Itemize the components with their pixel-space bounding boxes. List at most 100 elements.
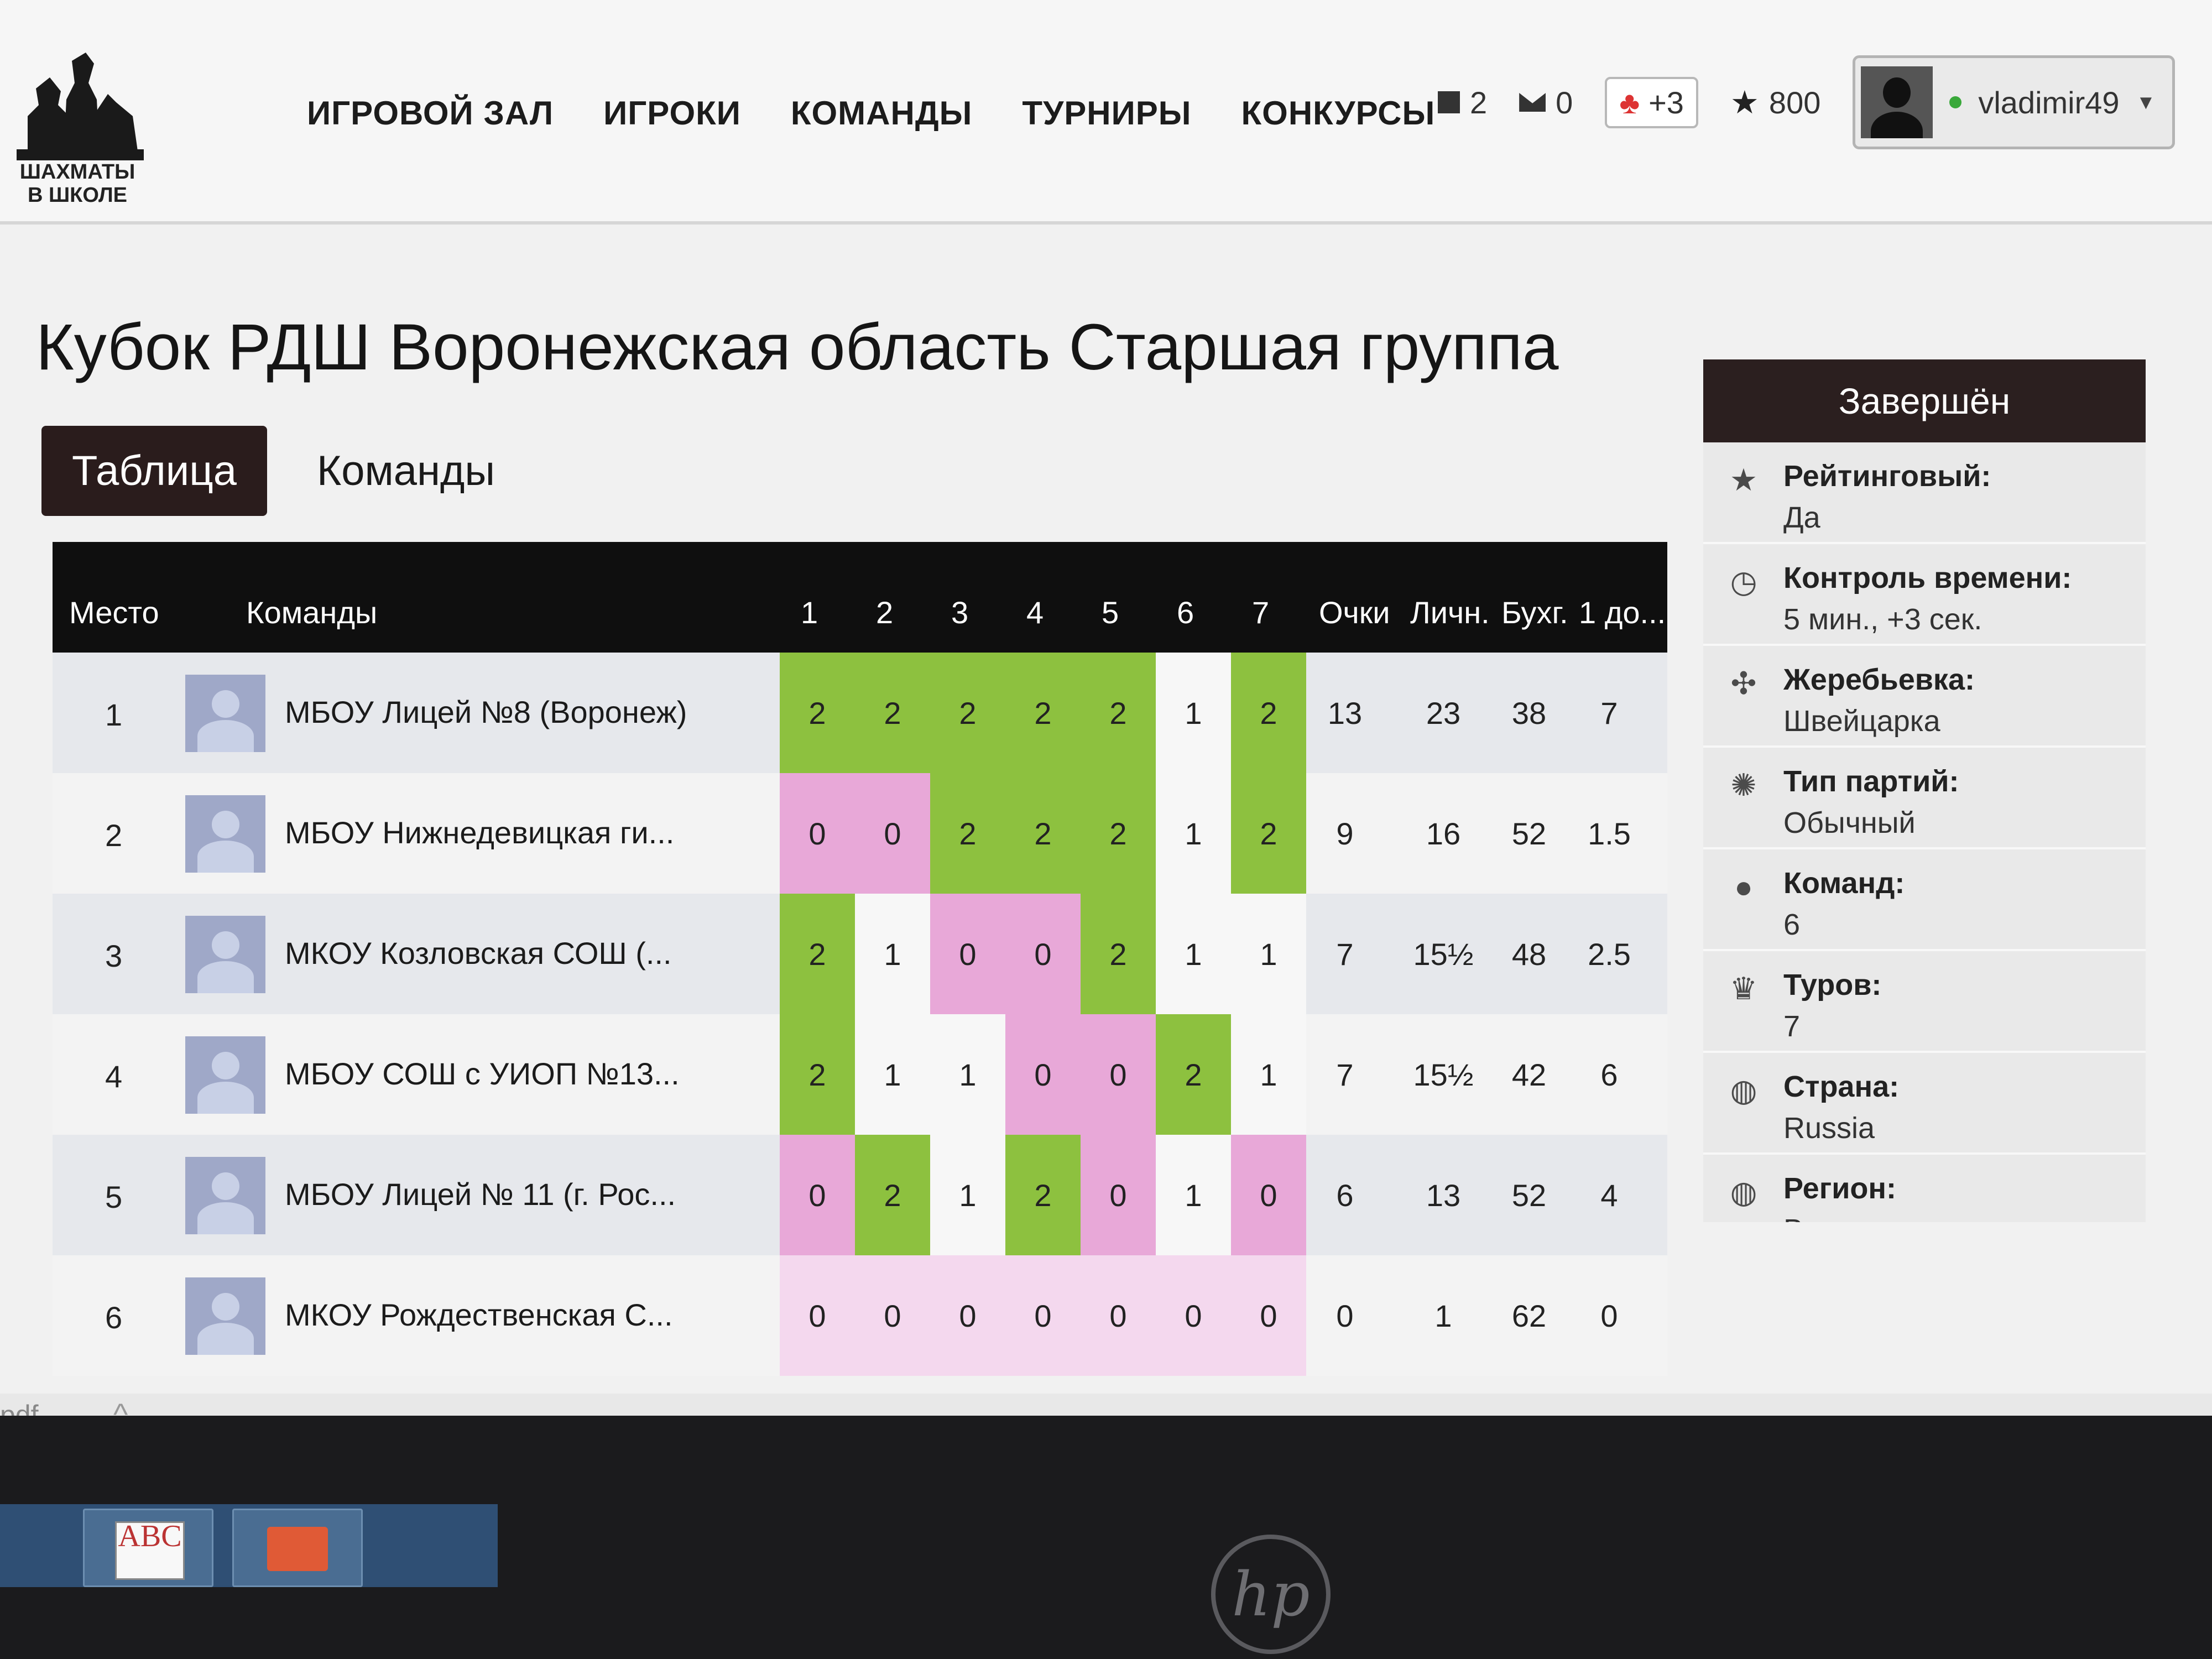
stat-personal: 23 — [1426, 695, 1461, 731]
round-result-cell[interactable]: 2 — [1231, 653, 1306, 773]
round-result-cell[interactable]: 2 — [780, 653, 855, 773]
stat-points: 9 — [1336, 816, 1354, 851]
round-result-cell[interactable]: 1 — [1231, 894, 1306, 1014]
team-name-link[interactable]: МБОУ СОШ с УИОП №13... — [285, 1056, 738, 1092]
round-result-cell[interactable]: 0 — [855, 773, 930, 894]
logo-text: ШАХМАТЫ В ШКОЛЕ — [6, 160, 149, 207]
round-result-cell[interactable]: 1 — [1231, 1014, 1306, 1135]
stat-buchholz: 42 — [1511, 1057, 1547, 1092]
round-result-cell[interactable]: 2 — [780, 894, 855, 1014]
round-result-cell[interactable]: 2 — [1005, 773, 1081, 894]
round-result-cell[interactable]: 1 — [930, 1014, 1005, 1135]
col-round-4[interactable]: 4 — [1026, 594, 1044, 630]
round-result-cell[interactable]: 1 — [1156, 1135, 1231, 1255]
team-name-link[interactable]: МБОУ Лицей №8 (Воронеж) — [285, 694, 738, 730]
round-result-cell[interactable]: 0 — [1231, 1135, 1306, 1255]
logo-line-1: ШАХМАТЫ — [19, 160, 135, 184]
round-result-cell[interactable]: 0 — [1156, 1255, 1231, 1376]
nav-game-hall[interactable]: ИГРОВОЙ ЗАЛ — [307, 94, 554, 132]
round-result-cell[interactable]: 0 — [1005, 1255, 1081, 1376]
tournament-info-panel: Завершён ★ Рейтинговый: Да ◷ Контроль времен… — [1703, 359, 2146, 1222]
place-value: 3 — [105, 938, 123, 973]
taskbar-app-abc[interactable]: ABC — [83, 1509, 213, 1587]
round-result-cell[interactable]: 0 — [1081, 1135, 1156, 1255]
nav-players[interactable]: ИГРОКИ — [603, 94, 741, 132]
download-file-label[interactable]: pdf — [0, 1399, 39, 1416]
globe-icon: ◍ — [1730, 1175, 1757, 1209]
round-result-cell[interactable]: 1 — [855, 1014, 930, 1135]
team-name-link[interactable]: МБОУ Нижнедевицкая ги... — [285, 815, 738, 851]
col-personal[interactable]: Личн. — [1410, 594, 1490, 630]
stat-points: 0 — [1336, 1298, 1354, 1333]
round-result-cell[interactable]: 1 — [1156, 653, 1231, 773]
taskbar: ABC — [0, 1504, 498, 1587]
col-round-1[interactable]: 1 — [801, 594, 818, 630]
info-value: 5 мин., +3 сек. — [1783, 603, 1983, 636]
site-logo[interactable]: ШАХМАТЫ В ШКОЛЕ — [6, 50, 149, 210]
table-row: 2 МБОУ Нижнедевицкая ги... 0 0 2 2 2 1 2 9 16 52 1.5 — [53, 773, 1667, 894]
nav-contests[interactable]: КОНКУРСЫ — [1241, 94, 1436, 132]
round-result-cell[interactable]: 2 — [855, 653, 930, 773]
team-name-link[interactable]: МКОУ Козловская СОШ (... — [285, 935, 738, 971]
col-extra[interactable]: 1 до... — [1579, 594, 1666, 630]
round-result-cell[interactable]: 0 — [780, 773, 855, 894]
user-menu[interactable]: vladimir49 ▼ — [1853, 55, 2176, 149]
round-result-cell[interactable]: 2 — [930, 773, 1005, 894]
trophy-icon: ♛ — [1729, 971, 1758, 1006]
chevron-up-icon[interactable]: ^ — [113, 1396, 128, 1416]
round-result-cell[interactable]: 1 — [1156, 894, 1231, 1014]
games-counter[interactable]: 2 — [1438, 85, 1487, 121]
col-points[interactable]: Очки — [1319, 594, 1390, 630]
round-result-cell[interactable]: 2 — [1005, 653, 1081, 773]
tab-table[interactable]: Таблица — [41, 426, 267, 516]
tab-teams[interactable]: Команды — [317, 447, 495, 495]
nav-teams[interactable]: КОМАНДЫ — [791, 94, 972, 132]
col-teams[interactable]: Команды — [246, 594, 377, 630]
puzzle-icon: ✣ — [1730, 666, 1757, 701]
gear-icon: ✺ — [1730, 768, 1757, 802]
team-name-link[interactable]: МБОУ Лицей № 11 (г. Рос... — [285, 1176, 738, 1212]
col-round-5[interactable]: 5 — [1102, 594, 1119, 630]
round-result-cell[interactable]: 2 — [1081, 773, 1156, 894]
col-round-3[interactable]: 3 — [951, 594, 968, 630]
downloads-bar: pdf ^ — [0, 1394, 2212, 1416]
round-result-cell[interactable]: 1 — [930, 1135, 1005, 1255]
round-result-cell[interactable]: 2 — [1081, 653, 1156, 773]
round-result-cell[interactable]: 2 — [855, 1135, 930, 1255]
round-result-cell[interactable]: 1 — [1156, 773, 1231, 894]
taskbar-app-red[interactable] — [232, 1509, 363, 1587]
col-buchholz[interactable]: Бухг. — [1501, 594, 1568, 630]
round-result-cell[interactable]: 2 — [1231, 773, 1306, 894]
messages-counter[interactable]: 0 — [1519, 85, 1573, 121]
team-name-link[interactable]: МКОУ Рождественская С... — [285, 1297, 738, 1333]
col-place[interactable]: Место — [69, 594, 159, 630]
round-result-cell[interactable]: 0 — [780, 1135, 855, 1255]
round-result-cell[interactable]: 0 — [1005, 1014, 1081, 1135]
info-value: Russia — [1783, 1112, 1875, 1145]
round-result-cell[interactable]: 0 — [855, 1255, 930, 1376]
logo-line-2: В ШКОЛЕ — [28, 184, 127, 207]
round-result-cell[interactable]: 0 — [930, 894, 1005, 1014]
nav-tournaments[interactable]: ТУРНИРЫ — [1022, 94, 1191, 132]
round-result-cell[interactable]: 2 — [1005, 1135, 1081, 1255]
round-result-cell[interactable]: 0 — [1081, 1255, 1156, 1376]
stat-extra: 6 — [1600, 1057, 1618, 1092]
stat-extra: 4 — [1600, 1177, 1618, 1213]
round-result-cell[interactable]: 0 — [1005, 894, 1081, 1014]
round-result-cell[interactable]: 0 — [1231, 1255, 1306, 1376]
friends-button[interactable]: ♣ +3 — [1605, 76, 1698, 128]
round-result-cell[interactable]: 0 — [780, 1255, 855, 1376]
round-result-cell[interactable]: 0 — [1081, 1014, 1156, 1135]
col-round-2[interactable]: 2 — [876, 594, 893, 630]
col-round-6[interactable]: 6 — [1177, 594, 1194, 630]
info-value: Обычный — [1783, 806, 1916, 839]
round-result-cell[interactable]: 2 — [1081, 894, 1156, 1014]
header-widgets: 2 0 ♣ +3 ★ 800 vladimir49 ▼ — [1438, 55, 2176, 149]
round-result-cell[interactable]: 1 — [855, 894, 930, 1014]
round-result-cell[interactable]: 0 — [930, 1255, 1005, 1376]
stat-extra: 0 — [1600, 1298, 1618, 1333]
round-result-cell[interactable]: 2 — [1156, 1014, 1231, 1135]
col-round-7[interactable]: 7 — [1252, 594, 1269, 630]
round-result-cell[interactable]: 2 — [780, 1014, 855, 1135]
round-result-cell[interactable]: 2 — [930, 653, 1005, 773]
